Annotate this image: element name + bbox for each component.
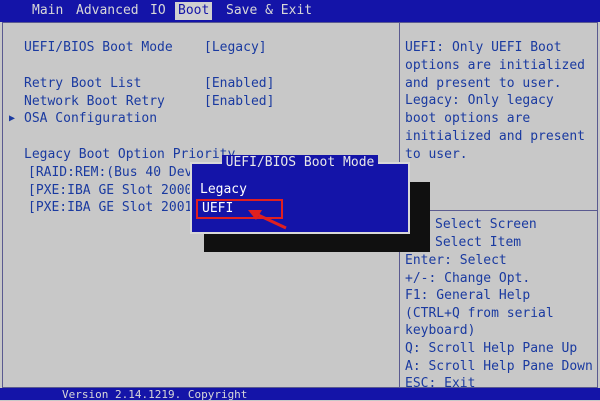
version-text: Version 2.14.1219. Copyright xyxy=(62,388,248,401)
boot-mode-label: UEFI/BIOS Boot Mode xyxy=(24,40,173,55)
key-help-line: Select Screen xyxy=(435,217,537,232)
key-help-line: Select Item xyxy=(435,235,522,250)
tab-main[interactable]: Main xyxy=(32,3,63,19)
key-help-line: Enter: Select xyxy=(405,253,507,268)
boot-mode-value[interactable]: [Legacy] xyxy=(204,40,267,56)
key-help-line: +/-: Change Opt. xyxy=(405,271,531,286)
help-line: initialized and present xyxy=(405,129,586,144)
key-help-line: F1: General Help xyxy=(405,288,531,303)
osa-config-item[interactable]: OSA Configuration xyxy=(24,111,157,127)
annotation-arrow-icon xyxy=(248,210,287,230)
footer-bar: Version 2.14.1219. Copyright xyxy=(0,388,600,401)
tab-io[interactable]: IO xyxy=(150,3,166,19)
network-retry-value[interactable]: [Enabled] xyxy=(204,94,274,110)
help-line: to user. xyxy=(405,147,468,162)
key-help-line: Q: Scroll Help Pane Up xyxy=(405,341,578,356)
tab-save-exit[interactable]: Save & Exit xyxy=(226,3,312,19)
key-help-line: ESC: Exit xyxy=(405,376,476,388)
key-help-line: (CTRL+Q from serial xyxy=(405,306,554,321)
popup-title: UEFI/BIOS Boot Mode xyxy=(192,155,408,171)
help-line: options are initialized xyxy=(405,58,586,73)
boot-mode-popup: UEFI/BIOS Boot Mode Legacy UEFI xyxy=(190,155,410,234)
boot-option-2[interactable]: [PXE:IBA GE Slot 2000 xyxy=(28,183,192,199)
tab-advanced[interactable]: Advanced xyxy=(76,3,139,19)
popup-title-text: UEFI/BIOS Boot Mode xyxy=(221,155,379,170)
key-help-line: A: Scroll Help Pane Down xyxy=(405,359,593,374)
menu-bar: Main Advanced IO Boot Save & Exit xyxy=(0,0,600,22)
tab-boot[interactable]: Boot xyxy=(175,2,213,20)
retry-boot-value[interactable]: [Enabled] xyxy=(204,76,274,92)
popup-option-legacy[interactable]: Legacy xyxy=(200,182,247,198)
help-line: boot options are xyxy=(405,111,531,126)
retry-boot-label: Retry Boot List xyxy=(24,76,142,91)
boot-option-1[interactable]: [RAID:REM:(Bus 40 Dev xyxy=(28,165,192,181)
help-line: and present to user. xyxy=(405,76,562,91)
help-line: Legacy: Only legacy xyxy=(405,93,554,108)
key-help-line: keyboard) xyxy=(405,323,476,338)
submenu-arrow-icon: ▶ xyxy=(9,113,16,124)
help-line: UEFI: Only UEFI Boot xyxy=(405,40,562,55)
network-retry-label: Network Boot Retry xyxy=(24,94,165,109)
boot-option-3[interactable]: [PXE:IBA GE Slot 2001 xyxy=(28,200,192,216)
